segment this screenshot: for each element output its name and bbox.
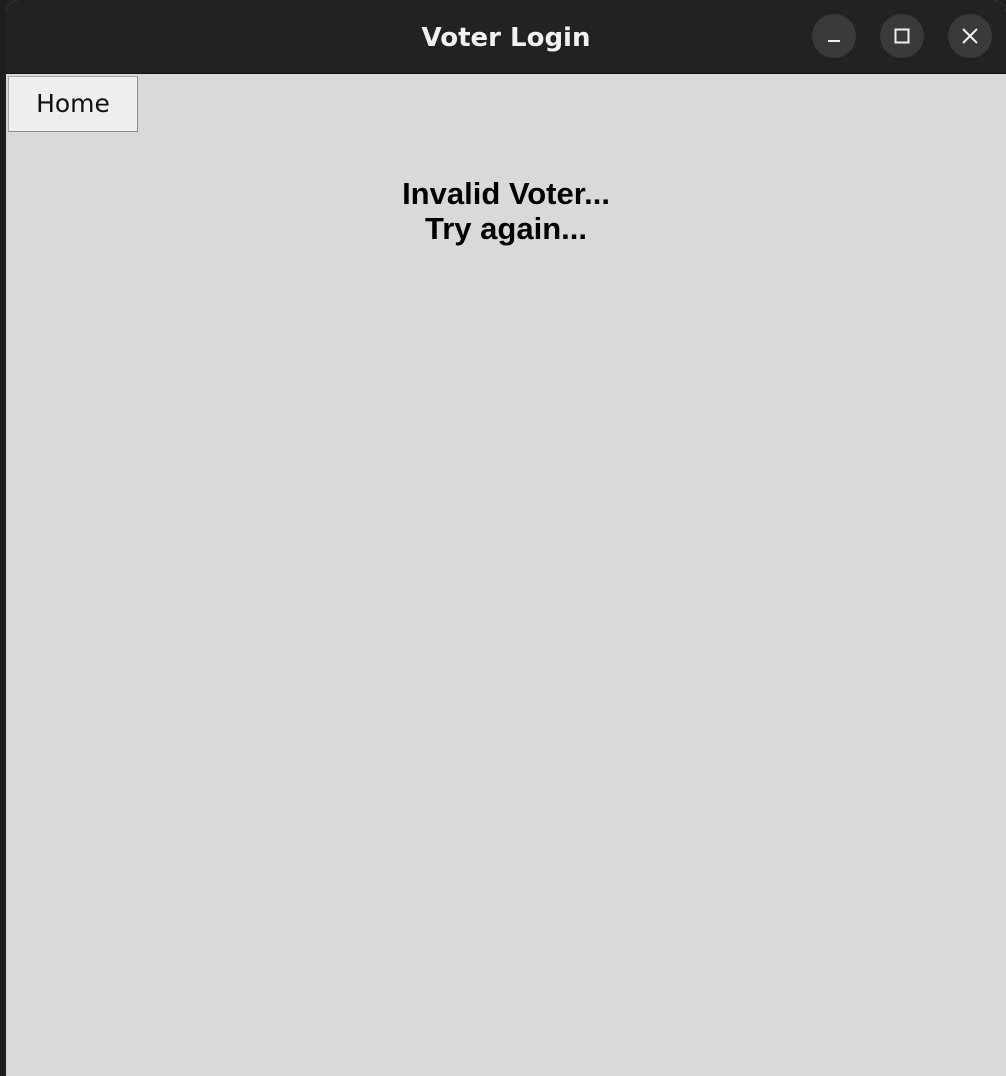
minimize-icon xyxy=(828,40,840,42)
close-icon xyxy=(962,28,978,44)
error-message-line2: Try again... xyxy=(425,211,587,246)
maximize-button[interactable] xyxy=(880,14,924,58)
maximize-icon xyxy=(894,28,910,44)
error-message: Invalid Voter... Try again... xyxy=(6,176,1006,246)
window-title: Voter Login xyxy=(421,23,591,53)
error-message-line1: Invalid Voter... xyxy=(402,176,610,211)
close-button[interactable] xyxy=(948,14,992,58)
main-content: Home Invalid Voter... Try again... xyxy=(6,74,1006,1076)
home-button[interactable]: Home xyxy=(8,76,138,132)
app-window: Voter Login Home Invalid Voter... Try ag… xyxy=(6,0,1006,1076)
title-bar[interactable]: Voter Login xyxy=(6,0,1006,74)
minimize-button[interactable] xyxy=(812,14,856,58)
